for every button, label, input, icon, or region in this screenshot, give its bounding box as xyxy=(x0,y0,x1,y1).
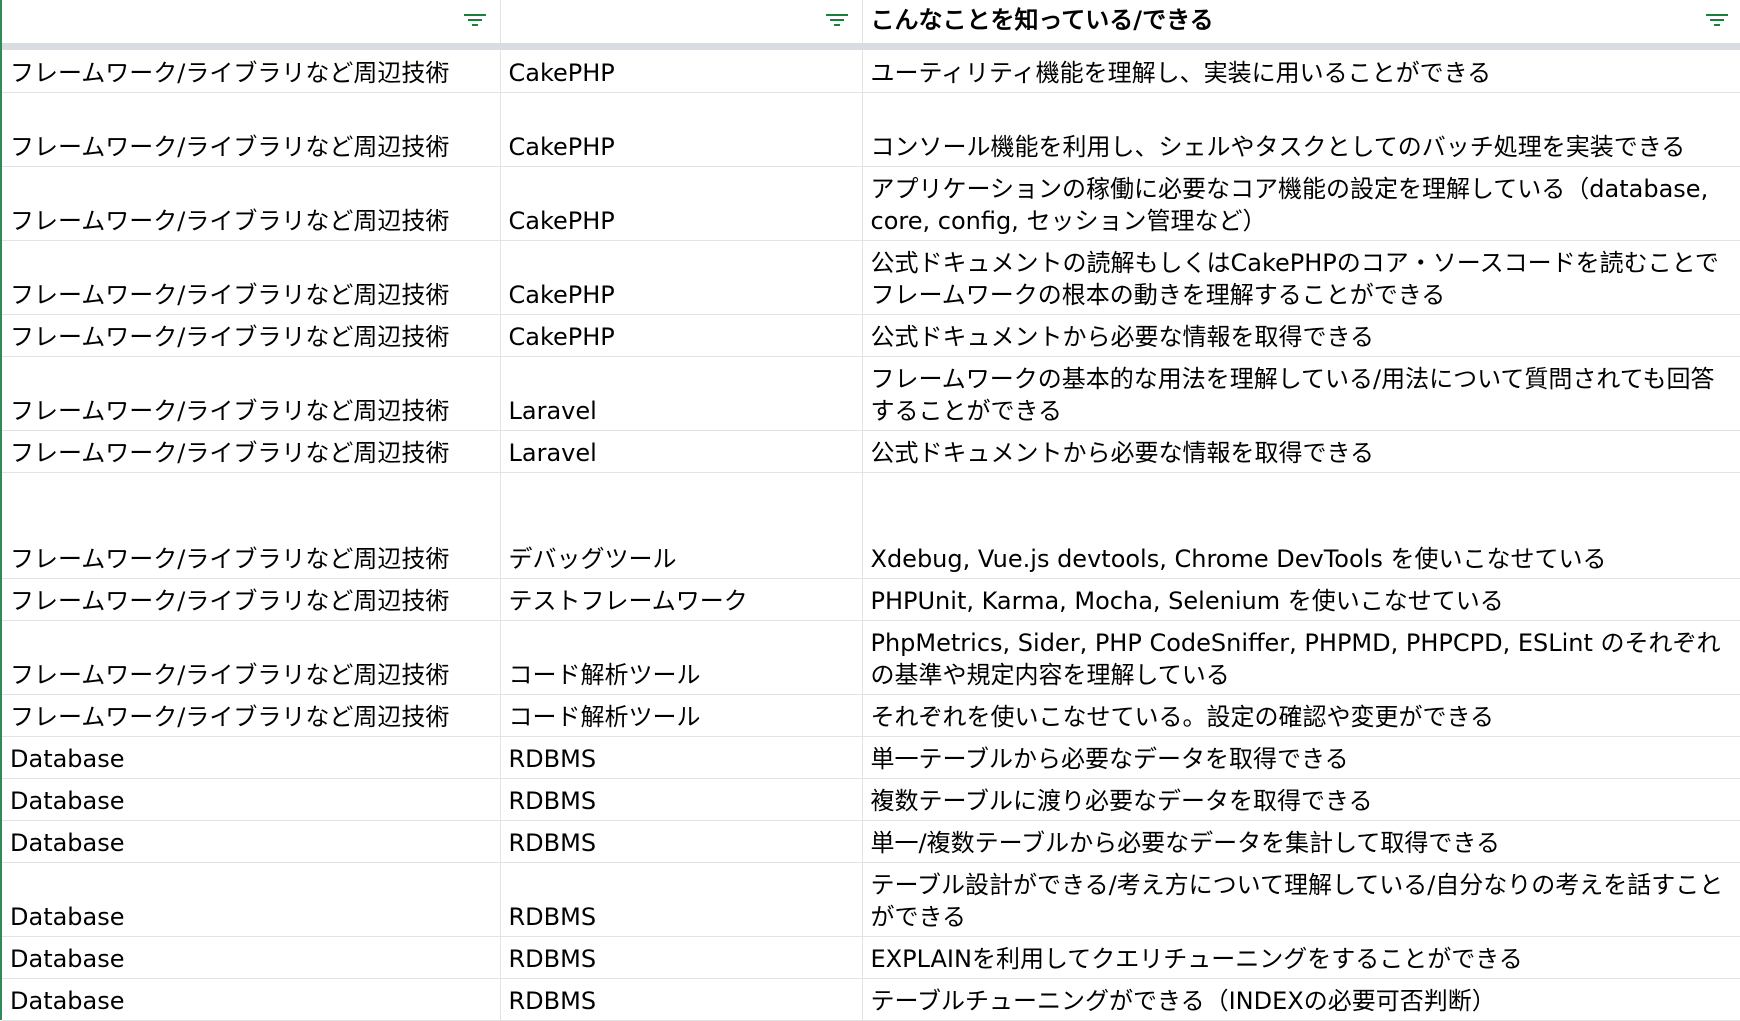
category-cell[interactable]: Database xyxy=(2,736,501,779)
tech-cell[interactable]: コード解析ツール xyxy=(500,620,863,695)
category-cell[interactable]: フレームワーク/ライブラリなど周辺技術 xyxy=(2,472,501,579)
table-row: Database RDBMS 単一テーブルから必要なデータを取得できる xyxy=(2,736,1740,779)
table-row: Database RDBMS EXPLAINを利用してクエリチューニングをするこ… xyxy=(2,936,1740,979)
table-row: フレームワーク/ライブラリなど周辺技術 コード解析ツール PhpMetrics,… xyxy=(2,620,1740,695)
tech-cell[interactable]: CakePHP xyxy=(500,92,863,167)
skill-cell[interactable]: テーブルチューニングができる（INDEXの必要可否判断） xyxy=(862,978,1740,1021)
tech-cell[interactable]: テストフレームワーク xyxy=(500,578,863,621)
header-row: こんなことを知っている/できる xyxy=(2,0,1740,50)
skill-cell[interactable]: ユーティリティ機能を理解し、実装に用いることができる xyxy=(862,46,1740,93)
table-row: Database RDBMS 単一/複数テーブルから必要なデータを集計して取得で… xyxy=(2,820,1740,863)
skill-cell[interactable]: それぞれを使いこなせている。設定の確認や変更ができる xyxy=(862,694,1740,737)
column-header-b[interactable] xyxy=(500,0,863,50)
tech-cell[interactable]: RDBMS xyxy=(500,736,863,779)
category-cell[interactable]: フレームワーク/ライブラリなど周辺技術 xyxy=(2,430,501,473)
table-row: フレームワーク/ライブラリなど周辺技術 コード解析ツール それぞれを使いこなせて… xyxy=(2,694,1740,737)
skill-cell[interactable]: 複数テーブルに渡り必要なデータを取得できる xyxy=(862,778,1740,821)
table-row: フレームワーク/ライブラリなど周辺技術 CakePHP 公式ドキュメントの読解も… xyxy=(2,240,1740,315)
skill-cell[interactable]: 公式ドキュメントから必要な情報を取得できる xyxy=(862,430,1740,473)
column-header-a[interactable] xyxy=(2,0,501,50)
skill-cell[interactable]: 単一/複数テーブルから必要なデータを集計して取得できる xyxy=(862,820,1740,863)
table-row: フレームワーク/ライブラリなど周辺技術 デバッグツール Xdebug, Vue.… xyxy=(2,472,1740,579)
tech-cell[interactable]: コード解析ツール xyxy=(500,694,863,737)
tech-cell[interactable]: RDBMS xyxy=(500,936,863,979)
skill-cell[interactable]: Xdebug, Vue.js devtools, Chrome DevTools… xyxy=(862,472,1740,579)
data-table: こんなことを知っている/できる フレームワーク/ライブラリなど周辺技術 Cake… xyxy=(2,0,1740,1021)
category-cell[interactable]: フレームワーク/ライブラリなど周辺技術 xyxy=(2,356,501,431)
table-row: Database RDBMS テーブル設計ができる/考え方について理解している/… xyxy=(2,862,1740,937)
table-row: フレームワーク/ライブラリなど周辺技術 CakePHP コンソール機能を利用し、… xyxy=(2,92,1740,167)
tech-cell[interactable]: Laravel xyxy=(500,356,863,431)
table-row: フレームワーク/ライブラリなど周辺技術 Laravel フレームワークの基本的な… xyxy=(2,356,1740,431)
spreadsheet-grid: こんなことを知っている/できる フレームワーク/ライブラリなど周辺技術 Cake… xyxy=(0,0,1740,1021)
skill-cell[interactable]: テーブル設計ができる/考え方について理解している/自分なりの考えを話すことができ… xyxy=(862,862,1740,937)
skill-cell[interactable]: PHPUnit, Karma, Mocha, Selenium を使いこなせてい… xyxy=(862,578,1740,621)
tech-cell[interactable]: RDBMS xyxy=(500,778,863,821)
table-row: フレームワーク/ライブラリなど周辺技術 Laravel 公式ドキュメントから必要… xyxy=(2,430,1740,473)
category-cell[interactable]: Database xyxy=(2,936,501,979)
tech-cell[interactable]: CakePHP xyxy=(500,240,863,315)
table-row: Database RDBMS テーブルチューニングができる（INDEXの必要可否… xyxy=(2,978,1740,1021)
category-cell[interactable]: フレームワーク/ライブラリなど周辺技術 xyxy=(2,166,501,241)
table-row: Database RDBMS 複数テーブルに渡り必要なデータを取得できる xyxy=(2,778,1740,821)
tech-cell[interactable]: Laravel xyxy=(500,430,863,473)
skill-cell[interactable]: PhpMetrics, Sider, PHP CodeSniffer, PHPM… xyxy=(862,620,1740,695)
column-header-c[interactable]: こんなことを知っている/できる xyxy=(862,0,1740,50)
tech-cell[interactable]: デバッグツール xyxy=(500,472,863,579)
category-cell[interactable]: Database xyxy=(2,862,501,937)
tech-cell[interactable]: RDBMS xyxy=(500,862,863,937)
category-cell[interactable]: フレームワーク/ライブラリなど周辺技術 xyxy=(2,46,501,93)
filter-icon[interactable] xyxy=(825,14,848,28)
skill-cell[interactable]: 単一テーブルから必要なデータを取得できる xyxy=(862,736,1740,779)
filter-icon[interactable] xyxy=(463,14,486,28)
tech-cell[interactable]: RDBMS xyxy=(500,978,863,1021)
skill-cell[interactable]: コンソール機能を利用し、シェルやタスクとしてのバッチ処理を実装できる xyxy=(862,92,1740,167)
skill-cell[interactable]: アプリケーションの稼働に必要なコア機能の設定を理解している（database, … xyxy=(862,166,1740,241)
category-cell[interactable]: フレームワーク/ライブラリなど周辺技術 xyxy=(2,240,501,315)
category-cell[interactable]: Database xyxy=(2,820,501,863)
category-cell[interactable]: フレームワーク/ライブラリなど周辺技術 xyxy=(2,578,501,621)
category-cell[interactable]: Database xyxy=(2,778,501,821)
category-cell[interactable]: フレームワーク/ライブラリなど周辺技術 xyxy=(2,92,501,167)
category-cell[interactable]: フレームワーク/ライブラリなど周辺技術 xyxy=(2,620,501,695)
category-cell[interactable]: フレームワーク/ライブラリなど周辺技術 xyxy=(2,694,501,737)
tech-cell[interactable]: CakePHP xyxy=(500,46,863,93)
table-row: フレームワーク/ライブラリなど周辺技術 CakePHP アプリケーションの稼働に… xyxy=(2,166,1740,241)
skill-cell[interactable]: フレームワークの基本的な用法を理解している/用法について質問されても回答すること… xyxy=(862,356,1740,431)
table-row: フレームワーク/ライブラリなど周辺技術 テストフレームワーク PHPUnit, … xyxy=(2,578,1740,621)
table-row: フレームワーク/ライブラリなど周辺技術 CakePHP ユーティリティ機能を理解… xyxy=(2,46,1740,93)
category-cell[interactable]: Database xyxy=(2,978,501,1021)
table-row: フレームワーク/ライブラリなど周辺技術 CakePHP 公式ドキュメントから必要… xyxy=(2,314,1740,357)
tech-cell[interactable]: RDBMS xyxy=(500,820,863,863)
filter-icon[interactable] xyxy=(1705,14,1728,28)
category-cell[interactable]: フレームワーク/ライブラリなど周辺技術 xyxy=(2,314,501,357)
column-header-label: こんなことを知っている/できる xyxy=(870,6,1214,34)
skill-cell[interactable]: 公式ドキュメントの読解もしくはCakePHPのコア・ソースコードを読むことでフレ… xyxy=(862,240,1740,315)
skill-cell[interactable]: 公式ドキュメントから必要な情報を取得できる xyxy=(862,314,1740,357)
skill-cell[interactable]: EXPLAINを利用してクエリチューニングをすることができる xyxy=(862,936,1740,979)
tech-cell[interactable]: CakePHP xyxy=(500,166,863,241)
tech-cell[interactable]: CakePHP xyxy=(500,314,863,357)
